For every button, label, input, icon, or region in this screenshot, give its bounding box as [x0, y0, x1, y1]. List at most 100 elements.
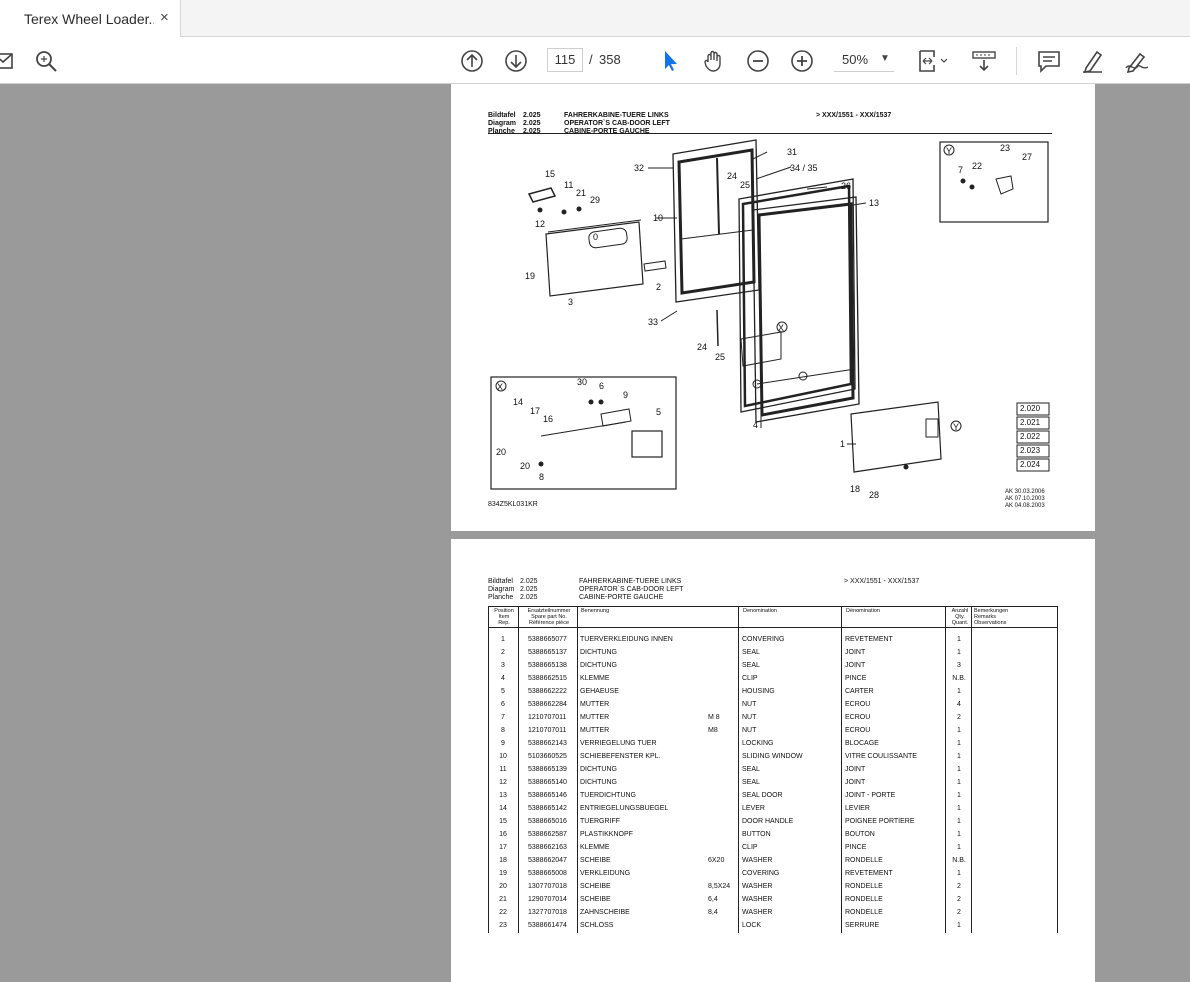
cell-part: 5388665139 — [528, 766, 567, 773]
cell-part: 5388665142 — [528, 805, 567, 812]
cell-en: NUT — [742, 701, 757, 708]
callout-label: 17 — [530, 406, 541, 416]
callout-label: 33 — [648, 317, 659, 327]
reference-box[interactable]: 2.020 — [1020, 405, 1040, 413]
cell-fr: ECROU — [845, 727, 871, 734]
callout-label: 20 — [496, 447, 507, 457]
pdf-page-parts-list: Bildtafel 2.025 FAHRERKABINE-TUERE LINKS Di… — [451, 539, 1095, 982]
table-row: 17 5388662163 KLEMME CLIP PINCE 1 — [488, 842, 1058, 855]
cell-part: 1327707018 — [528, 909, 567, 916]
callout-label: 5 — [656, 407, 662, 417]
cell-qty: 3 — [957, 662, 961, 669]
exploded-parts-drawing — [490, 139, 1050, 490]
table-row: 15 5388665016 TUERGRIFF DOOR HANDLE POIG… — [488, 816, 1058, 829]
page-down-icon[interactable] — [503, 48, 529, 74]
tab-close-icon[interactable]: × — [160, 9, 169, 26]
cell-qty: 2 — [957, 909, 961, 916]
table-row: 21 1290707014 SCHEIBE 6,4 WASHER RONDELL… — [488, 894, 1058, 907]
hand-tool-icon[interactable] — [701, 48, 727, 74]
cell-en: CONVERING — [742, 636, 785, 643]
cell-de: KLEMME — [580, 844, 610, 851]
cell-fr: POIGNEE PORTIERE — [845, 818, 915, 825]
zoom-out-icon[interactable] — [745, 48, 771, 74]
cell-de: TUERGRIFF — [580, 818, 621, 825]
reference-box[interactable]: 2.023 — [1020, 447, 1040, 455]
zoom-value: 50% — [842, 52, 869, 67]
zoom-select[interactable]: 50% ▼ — [834, 48, 894, 72]
cell-pos: 17 — [499, 844, 507, 851]
page-number-input[interactable]: 115 — [547, 48, 583, 72]
comment-icon[interactable] — [1036, 48, 1062, 74]
cell-qty: 1 — [957, 792, 961, 799]
callout-label: 29 — [590, 195, 601, 205]
select-pointer-icon[interactable] — [657, 48, 683, 74]
header-title: CABINE-PORTE GAUCHE — [579, 594, 664, 601]
reference-box[interactable]: 2.024 — [1020, 461, 1040, 469]
callout-label: 8 — [539, 472, 545, 482]
cell-fr: RONDELLE — [845, 857, 883, 864]
callout-label: 13 — [869, 198, 880, 208]
table-row: 2 5388665137 DICHTUNG SEAL JOINT 1 — [488, 647, 1058, 660]
cell-pos: 13 — [499, 792, 507, 799]
cell-pos: 12 — [499, 779, 507, 786]
cell-de: SCHIEBEFENSTER KPL. — [580, 753, 661, 760]
cell-pos: 20 — [499, 883, 507, 890]
reference-box[interactable]: 2.021 — [1020, 419, 1040, 427]
callout-label: X — [778, 323, 785, 333]
cell-qty: 2 — [957, 883, 961, 890]
cell-qty: 1 — [957, 688, 961, 695]
cell-pos: 1 — [501, 636, 505, 643]
reference-box[interactable]: 2.022 — [1020, 433, 1040, 441]
cell-pos: 9 — [501, 740, 505, 747]
cell-en: NUT — [742, 714, 757, 721]
highlight-pen-icon[interactable] — [1080, 48, 1106, 74]
document-tab[interactable]: Terex Wheel Loader... × — [0, 0, 181, 37]
cell-size: 8,4 — [708, 909, 718, 916]
cell-de: TUERVERKLEIDUNG INNEN — [580, 636, 673, 643]
cell-de: DICHTUNG — [580, 779, 617, 786]
callout-label: 22 — [972, 161, 983, 171]
cell-de: ENTRIEGELUNGSBUEGEL — [580, 805, 669, 812]
cell-de: SCHEIBE — [580, 896, 611, 903]
fit-page-icon[interactable] — [916, 48, 952, 74]
cell-de: SCHLOSS — [580, 922, 614, 929]
cell-size: 8,5X24 — [708, 883, 731, 890]
cell-fr: SERRURE — [845, 922, 880, 929]
mail-icon[interactable] — [0, 48, 18, 74]
revision-entry: AK 04.08.2003 — [1005, 503, 1045, 509]
cell-size: M 8 — [708, 714, 720, 721]
callout-label: 16 — [543, 414, 554, 424]
cell-fr: PINCE — [845, 844, 867, 851]
cell-fr: VITRE COULISSANTE — [845, 753, 917, 760]
cell-qty: 1 — [957, 922, 961, 929]
cell-pos: 21 — [499, 896, 507, 903]
col-denomination-en: Denomination — [743, 608, 777, 614]
zoom-in-icon[interactable] — [789, 48, 815, 74]
cell-de: KLEMME — [580, 675, 610, 682]
cell-en: BUTTON — [742, 831, 771, 838]
cell-de: GEHAEUSE — [580, 688, 619, 695]
table-row: 7 1210707011 MUTTER M 8 NUT ECROU 2 — [488, 712, 1058, 725]
page-up-icon[interactable] — [459, 48, 485, 74]
callout-label: 3 — [568, 297, 574, 307]
scroll-mode-icon[interactable] — [971, 48, 997, 74]
cell-en: SEAL — [742, 766, 760, 773]
search-icon[interactable] — [33, 48, 59, 74]
callout-label: 10 — [653, 213, 664, 223]
callout-label: X — [497, 382, 504, 392]
cell-part: 5388661474 — [528, 922, 567, 929]
callout-label: 12 — [535, 219, 546, 229]
cell-fr: REVETEMENT — [845, 636, 893, 643]
callout-label: 23 — [1000, 143, 1011, 153]
cell-part: 5388665077 — [528, 636, 567, 643]
sign-icon[interactable] — [1124, 48, 1150, 74]
cell-fr: JOINT — [845, 649, 866, 656]
cell-de: SCHEIBE — [580, 857, 611, 864]
cell-fr: JOINT — [845, 766, 866, 773]
cell-pos: 4 — [501, 675, 505, 682]
cell-size: 6X20 — [708, 857, 725, 864]
table-row: 6 5388662284 MUTTER NUT ECROU 4 — [488, 699, 1058, 712]
cell-en: COVERING — [742, 870, 780, 877]
cell-de: VERKLEIDUNG — [580, 870, 631, 877]
cell-pos: 7 — [501, 714, 505, 721]
